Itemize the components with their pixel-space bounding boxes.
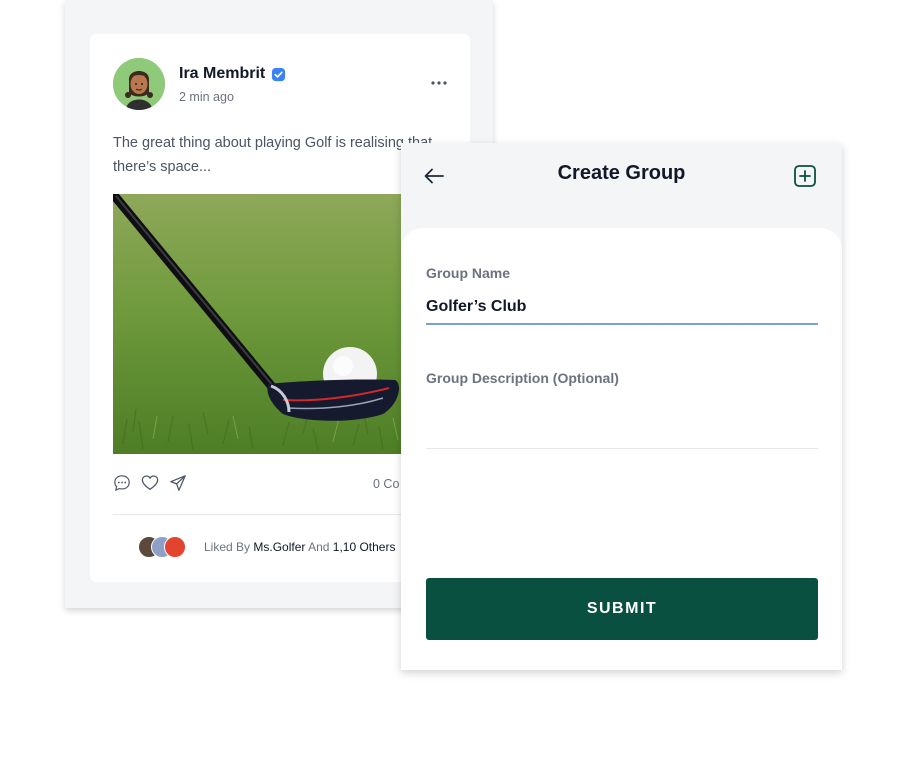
- create-group-form: Group Name Group Description (Optional) …: [401, 228, 842, 670]
- send-icon[interactable]: [169, 474, 187, 492]
- liked-by-others[interactable]: 1,10 Others: [333, 540, 396, 554]
- author-name[interactable]: Ira Membrit: [179, 65, 265, 83]
- group-name-input[interactable]: [426, 291, 818, 325]
- verified-badge-icon: [271, 67, 286, 82]
- more-horizontal-icon[interactable]: [428, 74, 450, 92]
- liked-by-joiner: And: [308, 540, 330, 554]
- submit-button[interactable]: SUBMIT: [426, 578, 818, 640]
- liker-avatar: [164, 536, 186, 558]
- divider: [113, 514, 413, 515]
- group-name-label: Group Name: [426, 265, 511, 281]
- liked-by-prefix: Liked By: [204, 540, 251, 554]
- comment-icon[interactable]: [113, 474, 131, 492]
- post-actions: [113, 474, 187, 492]
- author-avatar[interactable]: [113, 58, 165, 110]
- heart-icon[interactable]: [141, 474, 159, 492]
- page-title: Create Group: [557, 162, 686, 184]
- likers-avatars[interactable]: [138, 536, 198, 558]
- liked-by-text: Liked By Ms.Golfer And 1,10 Others: [204, 540, 395, 554]
- author-row: Ira Membrit: [179, 65, 286, 83]
- plus-square-icon[interactable]: [793, 164, 817, 188]
- liked-by-user[interactable]: Ms.Golfer: [253, 540, 305, 554]
- group-description-label: Group Description (Optional): [426, 370, 619, 386]
- post-time: 2 min ago: [179, 90, 234, 104]
- create-group-panel: Create Group Group Name Group Descriptio…: [401, 143, 842, 670]
- group-description-input[interactable]: [426, 396, 818, 449]
- comment-count[interactable]: 0 Co: [373, 477, 399, 491]
- post-image[interactable]: [113, 194, 413, 454]
